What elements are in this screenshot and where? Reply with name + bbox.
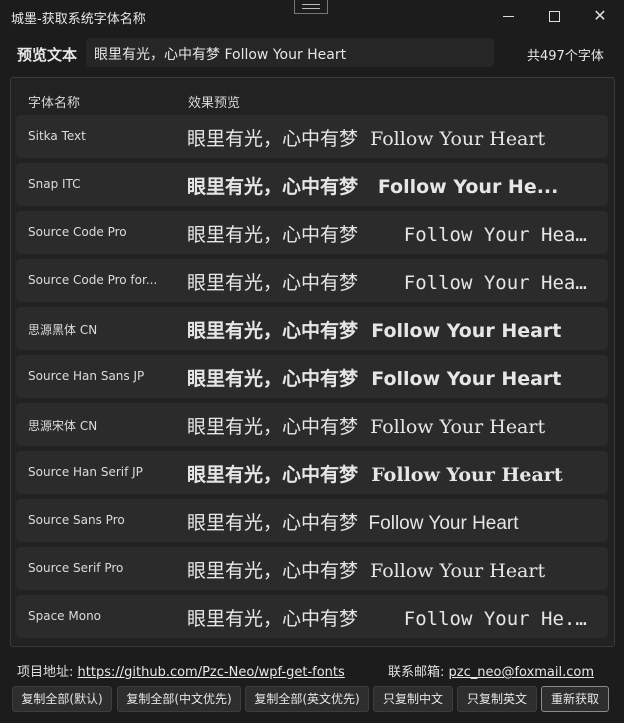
preview-text-input[interactable]: 眼里有光，心中有梦 Follow Your Heart [86, 38, 494, 67]
close-button[interactable]: ✕ [577, 0, 623, 32]
font-name: Source Han Sans JP [28, 369, 145, 383]
column-header-preview: 效果预览 [188, 96, 241, 111]
font-name: 思源宋体 CN [28, 419, 98, 433]
window-title: 城墨-获取系统字体名称 [11, 12, 146, 27]
font-name: Source Code Pro [28, 225, 127, 239]
project-label: 项目地址: [17, 665, 74, 680]
font-name: Source Han Serif JP [28, 465, 143, 479]
font-name: Source Serif Pro [28, 561, 124, 575]
font-preview: 眼里有光，心中有梦 Follow Your Heart [187, 464, 563, 486]
font-preview: 眼里有光，心中有梦 Follow Your He... [187, 608, 597, 630]
column-header-font-name: 字体名称 [28, 96, 81, 111]
font-name: Sitka Text [28, 129, 86, 143]
copy-all-cn-first-button[interactable]: 复制全部(中文优先) [117, 686, 241, 712]
refresh-button[interactable]: 重新获取 [541, 686, 609, 712]
preview-label: 预览文本 [17, 46, 78, 64]
copy-all-default-button[interactable]: 复制全部(默认) [12, 686, 112, 712]
font-row[interactable]: Sitka Text 眼里有光，心中有梦 Follow Your Heart [16, 115, 608, 158]
drag-handle-icon[interactable] [294, 0, 328, 14]
font-row[interactable]: Snap ITC 眼里有光，心中有梦 Follow Your He... [16, 163, 608, 206]
font-row[interactable]: Source Code Pro 眼里有光，心中有梦 Follow Your Hea… [16, 211, 608, 254]
font-preview: 眼里有光，心中有梦 Follow Your Hea... [187, 224, 597, 246]
copy-en-only-button[interactable]: 只复制英文 [457, 686, 537, 712]
font-list[interactable]: Sitka Text 眼里有光，心中有梦 Follow Your Heart Sna… [16, 115, 608, 643]
font-name: 思源黑体 CN [28, 323, 98, 337]
font-row[interactable]: Source Sans Pro 眼里有光，心中有梦 Follow Your Hea… [16, 499, 608, 542]
title-bar: 城墨-获取系统字体名称 ✕ [0, 0, 624, 32]
font-name: Space Mono [28, 609, 102, 623]
font-row[interactable]: Source Code Pro for... 眼里有光，心中有梦 Follow Y… [16, 259, 608, 302]
maximize-button[interactable] [531, 0, 577, 32]
font-preview: 眼里有光，心中有梦 Follow Your Heart [187, 128, 546, 150]
font-preview: 眼里有光，心中有梦 Follow Your Heart [187, 416, 546, 438]
font-preview: 眼里有光，心中有梦 Follow Your Heart [187, 560, 546, 582]
font-preview: 眼里有光，心中有梦 Follow Your Heart [187, 513, 519, 534]
font-name: Snap ITC [28, 177, 81, 191]
font-preview: 眼里有光，心中有梦 Follow Your Heart [187, 320, 562, 342]
email-label: 联系邮箱: [388, 665, 445, 680]
project-info: 项目地址: https://github.com/Pzc-Neo/wpf-get… [17, 661, 345, 680]
font-count: 共497个字体 [527, 49, 604, 64]
project-link[interactable]: https://github.com/Pzc-Neo/wpf-get-fonts [78, 665, 345, 680]
font-name: Source Code Pro for... [28, 273, 158, 287]
font-row[interactable]: Source Han Sans JP 眼里有光，心中有梦 Follow Your … [16, 355, 608, 398]
email-info: 联系邮箱: pzc_neo@foxmail.com [388, 661, 594, 680]
font-row[interactable]: 思源宋体 CN 眼里有光，心中有梦 Follow Your Heart [16, 403, 608, 446]
font-row[interactable]: Source Serif Pro 眼里有光，心中有梦 Follow Your He… [16, 547, 608, 590]
minimize-button[interactable] [486, 0, 532, 32]
font-row[interactable]: Source Han Serif JP 眼里有光，心中有梦 Follow Your… [16, 451, 608, 494]
copy-cn-only-button[interactable]: 只复制中文 [373, 686, 453, 712]
font-preview: 眼里有光，心中有梦 Follow Your He... [187, 176, 559, 198]
font-preview: 眼里有光，心中有梦 Follow Your Heart [187, 368, 562, 390]
font-name: Source Sans Pro [28, 513, 125, 527]
copy-all-en-first-button[interactable]: 复制全部(英文优先) [245, 686, 369, 712]
email-link[interactable]: pzc_neo@foxmail.com [449, 665, 595, 680]
font-row[interactable]: Space Mono 眼里有光，心中有梦 Follow Your He... [16, 595, 608, 638]
font-preview: 眼里有光，心中有梦 Follow Your Hea... [187, 272, 597, 294]
font-row[interactable]: 思源黑体 CN 眼里有光，心中有梦 Follow Your Heart [16, 307, 608, 350]
